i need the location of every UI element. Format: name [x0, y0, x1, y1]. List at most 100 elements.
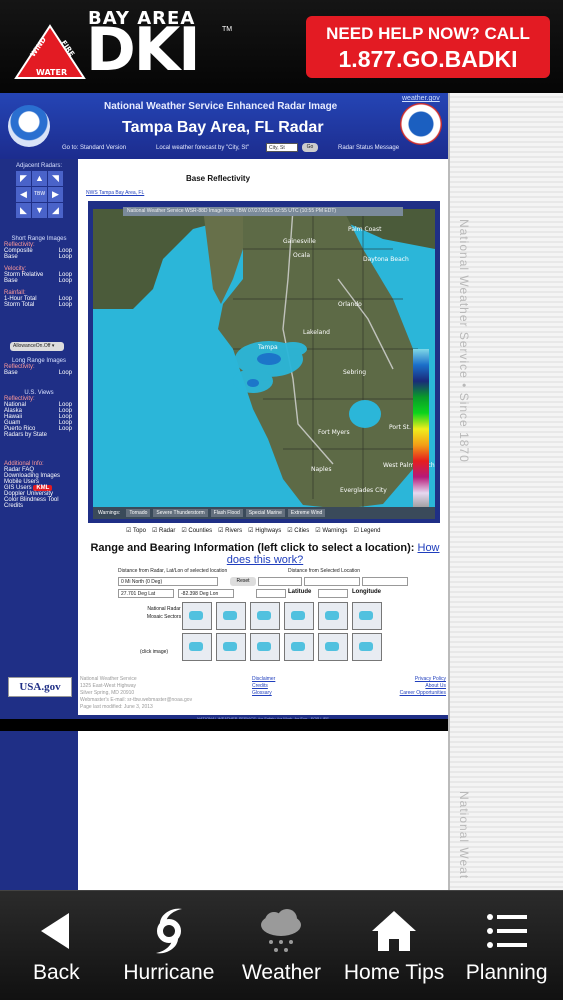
go-button[interactable]: Go: [302, 143, 318, 152]
map-label-palm-coast: Palm Coast: [348, 226, 382, 233]
warning-flash-flood[interactable]: Flash Flood: [210, 509, 243, 517]
warning-severe-thunderstorm[interactable]: Severe Thunderstorm: [153, 509, 208, 517]
radar-image[interactable]: Gainesville Ocala Daytona Beach Palm Coa…: [93, 209, 435, 511]
mosaic-thumb[interactable]: [250, 602, 280, 630]
forecast-label: Local weather forecast by "City, St": [156, 145, 250, 151]
mosaic-thumb[interactable]: [216, 633, 246, 661]
nws-tampa-link[interactable]: NWS Tampa Bay Area, FL: [86, 190, 144, 196]
call-help-button[interactable]: NEED HELP NOW? CALL 1.877.GO.BADKI: [306, 16, 550, 78]
nav-credits[interactable]: Credits: [0, 503, 78, 509]
warnings-bar: Warnings: Tornado Severe Thunderstorm Fl…: [93, 507, 435, 519]
layer-rivers-checkbox[interactable]: Rivers: [218, 527, 242, 534]
page-title: Tampa Bay Area, FL Radar: [122, 119, 324, 136]
city-input[interactable]: City, St: [266, 143, 298, 152]
layer-legend-checkbox[interactable]: Legend: [353, 527, 380, 534]
mosaic-thumb[interactable]: [182, 633, 212, 661]
dist-from-radar-label: Distance from Radar, Lat/Lon of selected…: [118, 568, 228, 574]
glossary-link[interactable]: Glossary: [252, 690, 275, 697]
mosaic-thumb[interactable]: [318, 633, 348, 661]
credits-link[interactable]: Credits: [252, 683, 275, 690]
latitude-field[interactable]: 27.701 Deg Lat: [118, 589, 174, 598]
warning-tornado[interactable]: Tornado: [126, 509, 151, 517]
adjacent-radar-arrows: ◤ ▲ ◥ ◀ TBW ▶ ◣ ▼ ◢: [16, 171, 63, 218]
footer-address: National Weather Service 1325 East-West …: [80, 676, 193, 710]
page-margin: [448, 93, 563, 890]
back-arrow-icon: [41, 913, 70, 949]
mosaic-thumb[interactable]: [216, 602, 246, 630]
range-bearing-heading: Range and Bearing Information (left clic…: [90, 542, 440, 566]
radar-e-arrow-icon[interactable]: ▶: [48, 187, 63, 202]
wms-select[interactable]: AllowanceOn.Off ▾: [10, 342, 64, 351]
tab-home-tips-label: Home Tips: [343, 961, 445, 984]
map-label-orlando: Orlando: [338, 301, 362, 308]
tab-hurricane[interactable]: Hurricane: [113, 891, 226, 1000]
radar-nw-arrow-icon[interactable]: ◤: [16, 171, 31, 186]
dist-from-selected-label: Distance from Selected Location: [288, 568, 360, 574]
nav-base[interactable]: Base Loop: [0, 254, 78, 260]
radar-n-arrow-icon[interactable]: ▲: [32, 171, 47, 186]
mosaic-thumbnails: [182, 602, 382, 661]
mosaic-thumb[interactable]: [318, 602, 348, 630]
radar-map[interactable]: Gainesville Ocala Daytona Beach Palm Coa…: [88, 201, 440, 523]
mosaic-thumb[interactable]: [352, 602, 382, 630]
radar-sw-arrow-icon[interactable]: ◣: [16, 203, 31, 218]
mosaic-thumb[interactable]: [284, 633, 314, 661]
standard-version-link[interactable]: Go to: Standard Version: [62, 145, 126, 151]
radar-ne-arrow-icon[interactable]: ◥: [48, 171, 63, 186]
nws-side-text-2: National Weat: [457, 791, 471, 880]
mosaic-thumb[interactable]: [352, 633, 382, 661]
distance-field[interactable]: 0 Mi North (0 Deg): [118, 577, 218, 586]
footer-links-right: Privacy Policy About Us Career Opportuni…: [368, 676, 446, 697]
warning-extreme-wind[interactable]: Extreme Wind: [287, 509, 326, 517]
radar-s-arrow-icon[interactable]: ▼: [32, 203, 47, 218]
warning-special-marine[interactable]: Special Marine: [245, 509, 285, 517]
mosaic-thumb[interactable]: [182, 602, 212, 630]
selected-dist-field-3[interactable]: [362, 577, 408, 586]
layer-counties-checkbox[interactable]: Counties: [181, 527, 212, 534]
weather-gov-link[interactable]: weather.gov: [402, 95, 440, 102]
top-banner: WIND FIRE WATER BAY AREA DKI TM NEED HEL…: [0, 0, 563, 93]
layer-cities-checkbox[interactable]: Cities: [287, 527, 309, 534]
reflectivity-legend: [413, 349, 429, 509]
longitude-field[interactable]: -82.398 Deg Lon: [178, 589, 234, 598]
tab-planning-label: Planning: [465, 961, 548, 984]
career-opportunities-link[interactable]: Career Opportunities: [368, 690, 446, 697]
about-us-link[interactable]: About Us: [368, 683, 446, 690]
noaa-logo-icon[interactable]: [8, 105, 50, 147]
radar-status-link[interactable]: Radar Status Message: [338, 145, 399, 151]
nav-long-base[interactable]: Base Loop: [0, 370, 78, 376]
layer-radar-checkbox[interactable]: Radar: [152, 527, 175, 534]
nav-radars-by-state[interactable]: Radars by State: [0, 432, 78, 438]
privacy-policy-link[interactable]: Privacy Policy: [368, 676, 446, 683]
selected-dist-field-2[interactable]: [304, 577, 360, 586]
mosaic-thumb[interactable]: [250, 633, 280, 661]
nav-velocity-base[interactable]: Base Loop: [0, 278, 78, 284]
nws-side-text: National Weather Service • Since 1870: [457, 219, 471, 463]
layer-topo-checkbox[interactable]: Topo: [126, 527, 146, 534]
layer-warnings-checkbox[interactable]: Warnings: [315, 527, 347, 534]
mosaic-thumb[interactable]: [284, 602, 314, 630]
adjacent-radars: Adjacent Radars:: [15, 163, 63, 169]
additional-info-section: Additional Info: Radar FAQ Downloading I…: [0, 461, 78, 509]
usagov-logo[interactable]: USA.gov: [8, 677, 72, 697]
nav-storm-total[interactable]: Storm Total Loop: [0, 302, 78, 308]
tab-weather-label: Weather: [241, 961, 321, 984]
page-body: Base Reflectivity NWS Tampa Bay Area, FL: [78, 159, 448, 725]
radar-w-arrow-icon[interactable]: ◀: [16, 187, 31, 202]
lon-input[interactable]: [318, 589, 348, 598]
tab-planning[interactable]: Planning: [450, 891, 563, 1000]
tab-back[interactable]: Back: [0, 891, 113, 1000]
map-label-everglades-city: Everglades City: [340, 487, 387, 494]
layer-highways-checkbox[interactable]: Highways: [248, 527, 281, 534]
nws-logo-icon[interactable]: [400, 103, 442, 145]
reset-button[interactable]: Reset: [230, 577, 256, 586]
lat-input[interactable]: [256, 589, 286, 598]
map-label-tampa: Tampa: [257, 344, 278, 351]
map-label-gainesville: Gainesville: [283, 238, 316, 245]
tab-home-tips[interactable]: Home Tips: [338, 891, 451, 1000]
radar-se-arrow-icon[interactable]: ◢: [48, 203, 63, 218]
disclaimer-link[interactable]: Disclaimer: [252, 676, 275, 683]
tab-weather[interactable]: Weather: [225, 891, 338, 1000]
web-view[interactable]: National Weather Service • Since 1870 Na…: [0, 93, 563, 890]
selected-dist-field-1[interactable]: [258, 577, 302, 586]
